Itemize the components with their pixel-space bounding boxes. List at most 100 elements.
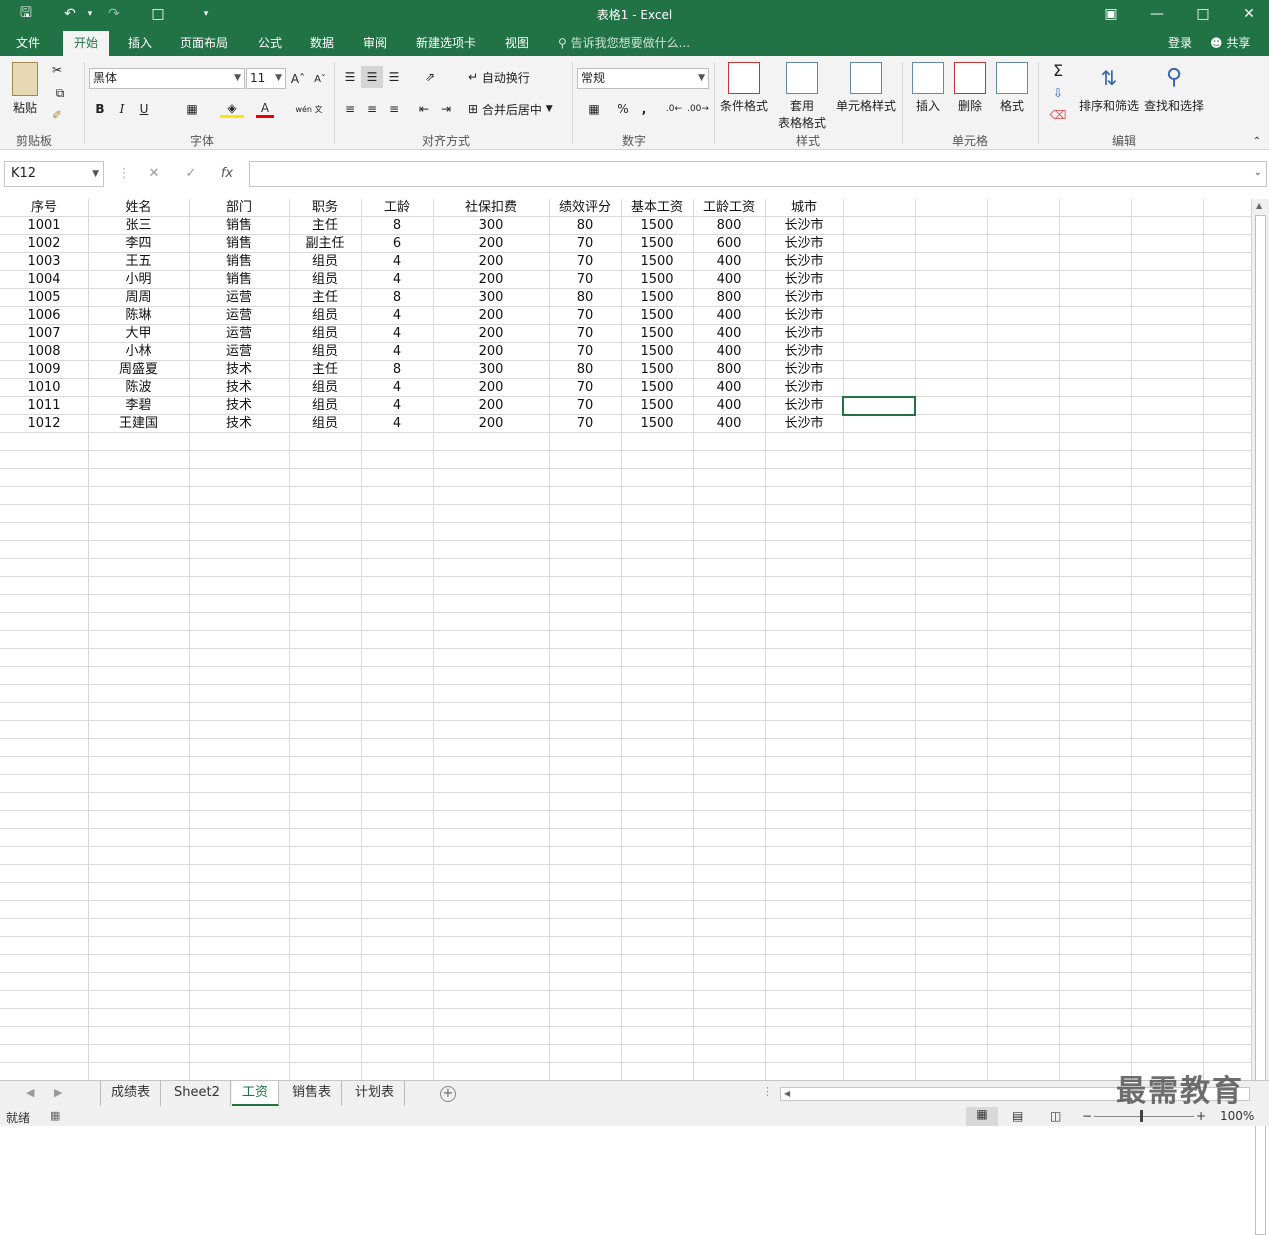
format-painter-icon[interactable]: ✐: [48, 106, 66, 124]
orientation-icon[interactable]: ⇗: [418, 68, 442, 86]
data-cell[interactable]: 1001: [0, 217, 88, 235]
close-icon[interactable]: ✕: [1238, 4, 1260, 24]
data-cell[interactable]: 长沙市: [765, 415, 843, 433]
underline-button[interactable]: U: [136, 100, 152, 118]
data-cell[interactable]: 200: [433, 325, 549, 343]
tab-new[interactable]: 新建选项卡: [405, 31, 487, 56]
copy-icon[interactable]: ⧉: [48, 84, 72, 102]
increase-indent-icon[interactable]: ⇥: [438, 100, 454, 118]
zoom-slider-handle[interactable]: [1140, 1110, 1143, 1122]
font-name-select[interactable]: 黑体 ▼: [89, 68, 245, 89]
conditional-format-button[interactable]: 条件格式: [718, 62, 770, 114]
data-cell[interactable]: 1500: [621, 415, 693, 433]
data-cell[interactable]: 张三: [88, 217, 189, 235]
data-cell[interactable]: 1009: [0, 361, 88, 379]
data-cell[interactable]: 300: [433, 361, 549, 379]
data-cell[interactable]: 800: [693, 289, 765, 307]
data-cell[interactable]: 长沙市: [765, 253, 843, 271]
data-cell[interactable]: 1500: [621, 235, 693, 253]
worksheet-grid[interactable]: 序号 姓名 部门 职务 工龄 社保扣费 绩效评分 基本工资 工龄工资 城市 1001 张三 销售 主任 8 3…: [0, 199, 1251, 1080]
data-cell[interactable]: 800: [693, 217, 765, 235]
data-cell[interactable]: 1500: [621, 271, 693, 289]
zoom-in-icon[interactable]: +: [1196, 1109, 1206, 1123]
data-cell[interactable]: 70: [549, 379, 621, 397]
align-right-icon[interactable]: ≡: [386, 100, 402, 118]
data-cell[interactable]: 1500: [621, 307, 693, 325]
data-cell[interactable]: 400: [693, 415, 765, 433]
data-cell[interactable]: 4: [361, 307, 433, 325]
data-cell[interactable]: 销售: [189, 217, 289, 235]
comma-button[interactable]: ,: [638, 100, 650, 118]
data-cell[interactable]: 4: [361, 325, 433, 343]
insert-cells-button[interactable]: 插入: [910, 62, 946, 114]
split-handle-icon[interactable]: ⋮: [762, 1085, 773, 1098]
data-cell[interactable]: 300: [433, 289, 549, 307]
insert-function-icon[interactable]: fx: [215, 162, 239, 186]
name-box[interactable]: K12 ▼: [4, 161, 104, 187]
wrap-text-button[interactable]: ↵ 自动换行: [468, 68, 540, 86]
scroll-left-icon[interactable]: ◀: [784, 1089, 790, 1098]
data-cell[interactable]: 陈波: [88, 379, 189, 397]
column-header-cell[interactable]: 职务: [289, 199, 361, 217]
data-cell[interactable]: 主任: [289, 289, 361, 307]
percent-button[interactable]: %: [614, 100, 632, 118]
active-cell[interactable]: [842, 396, 916, 416]
data-cell[interactable]: 销售: [189, 271, 289, 289]
data-cell[interactable]: 80: [549, 361, 621, 379]
data-cell[interactable]: 1005: [0, 289, 88, 307]
data-cell[interactable]: 1002: [0, 235, 88, 253]
font-color-icon[interactable]: A: [256, 100, 274, 118]
column-header-cell[interactable]: 部门: [189, 199, 289, 217]
data-cell[interactable]: 组员: [289, 415, 361, 433]
data-cell[interactable]: 8: [361, 217, 433, 235]
data-cell[interactable]: 1008: [0, 343, 88, 361]
data-cell[interactable]: 长沙市: [765, 397, 843, 415]
tab-file[interactable]: 文件: [5, 31, 51, 56]
data-cell[interactable]: 1004: [0, 271, 88, 289]
sheet-prev-icon[interactable]: ◀: [26, 1086, 34, 1099]
data-cell[interactable]: 400: [693, 379, 765, 397]
data-cell[interactable]: 70: [549, 415, 621, 433]
sheet-tab[interactable]: Sheet2: [164, 1081, 231, 1106]
column-header-cell[interactable]: 绩效评分: [549, 199, 621, 217]
data-cell[interactable]: 副主任: [289, 235, 361, 253]
data-cell[interactable]: 400: [693, 397, 765, 415]
macro-record-icon[interactable]: ▦: [50, 1109, 60, 1122]
data-cell[interactable]: 长沙市: [765, 271, 843, 289]
tab-review[interactable]: 审阅: [352, 31, 398, 56]
data-cell[interactable]: 小明: [88, 271, 189, 289]
tab-data[interactable]: 数据: [299, 31, 345, 56]
zoom-level[interactable]: 100%: [1220, 1109, 1254, 1123]
normal-view-icon[interactable]: ▦: [966, 1107, 998, 1126]
data-cell[interactable]: 400: [693, 271, 765, 289]
tab-home[interactable]: 开始: [63, 31, 110, 56]
data-cell[interactable]: 400: [693, 307, 765, 325]
data-cell[interactable]: 长沙市: [765, 217, 843, 235]
data-cell[interactable]: 200: [433, 253, 549, 271]
bold-button[interactable]: B: [92, 100, 108, 118]
format-cells-button[interactable]: 格式: [994, 62, 1030, 114]
data-cell[interactable]: 1500: [621, 343, 693, 361]
fill-color-icon[interactable]: ◈: [220, 100, 244, 118]
data-cell[interactable]: 800: [693, 361, 765, 379]
number-format-select[interactable]: 常规 ▼: [577, 68, 709, 89]
data-cell[interactable]: 4: [361, 271, 433, 289]
data-cell[interactable]: 销售: [189, 235, 289, 253]
scroll-up-icon[interactable]: ▲: [1256, 201, 1262, 210]
maximize-icon[interactable]: □: [1192, 4, 1214, 24]
align-middle-icon[interactable]: ☰: [361, 66, 383, 88]
data-cell[interactable]: 1500: [621, 379, 693, 397]
zoom-out-icon[interactable]: −: [1082, 1109, 1092, 1123]
decrease-font-icon[interactable]: Aˇ: [312, 70, 328, 88]
data-cell[interactable]: 4: [361, 379, 433, 397]
data-cell[interactable]: 长沙市: [765, 307, 843, 325]
column-header-cell[interactable]: 工龄: [361, 199, 433, 217]
data-cell[interactable]: 70: [549, 307, 621, 325]
delete-cells-button[interactable]: 删除: [952, 62, 988, 114]
data-cell[interactable]: 600: [693, 235, 765, 253]
column-header-cell[interactable]: 城市: [765, 199, 843, 217]
data-cell[interactable]: 运营: [189, 289, 289, 307]
vertical-scrollbar[interactable]: ▲: [1251, 199, 1269, 1235]
data-cell[interactable]: 李四: [88, 235, 189, 253]
data-cell[interactable]: 4: [361, 397, 433, 415]
